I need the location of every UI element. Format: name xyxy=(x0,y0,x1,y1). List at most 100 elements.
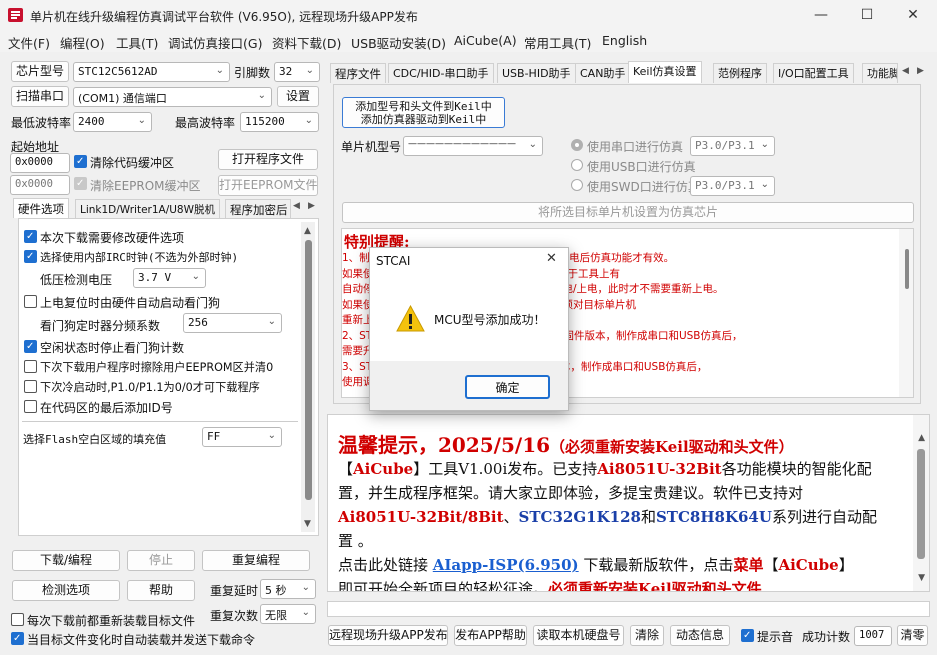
menu-debug-interface[interactable]: 调试仿真接口(G) xyxy=(168,33,262,52)
menu-aicube[interactable]: AiCube(A) xyxy=(454,33,517,48)
dynamic-info-button[interactable]: 动态信息 xyxy=(670,625,730,646)
port-select[interactable]: (COM1) 通信端口 ⌄ xyxy=(73,87,272,107)
chevron-down-icon: ⌄ xyxy=(191,271,200,282)
stc32g-highlight: STC32G1K128 xyxy=(518,508,641,526)
clear-code-buffer-checkbox[interactable] xyxy=(74,155,87,170)
idle-stop-watchdog-label: 空闲状态时停止看门狗计数 xyxy=(40,341,185,355)
aicube-highlight: AiCube xyxy=(353,460,414,478)
max-baud-select[interactable]: 115200 ⌄ xyxy=(240,112,319,132)
tab-encrypted-program[interactable]: 程序加密后 xyxy=(225,199,291,219)
repeat-delay-select[interactable]: 5 秒 ⌄ xyxy=(260,579,316,599)
tab-scroll-right-icon[interactable]: ▶ xyxy=(917,66,924,76)
serial-sim-port-select[interactable]: P3.0/P3.1 ⌄ xyxy=(690,136,775,156)
dialog-close-button[interactable]: ✕ xyxy=(546,251,557,266)
check-options-button[interactable]: 检测选项 xyxy=(12,580,120,601)
scroll-up-icon[interactable]: ▲ xyxy=(304,226,311,236)
scan-port-button[interactable]: 扫描串口 xyxy=(11,86,69,107)
download-program-button[interactable]: 下载/编程 xyxy=(12,550,120,571)
repeat-count-select[interactable]: 无限 ⌄ xyxy=(260,604,316,624)
set-simulation-chip-button[interactable]: 将所选目标单片机设置为仿真芯片 xyxy=(342,202,914,223)
tab-examples[interactable]: 范例程序 xyxy=(713,63,767,83)
tab-cdc-hid-serial[interactable]: CDC/HID-串口助手 xyxy=(388,63,494,83)
swd-sim-radio[interactable] xyxy=(571,179,583,194)
tab-scroll-left-icon[interactable]: ◀ xyxy=(293,201,300,211)
help-button[interactable]: 帮助 xyxy=(127,580,195,601)
tab-io-config[interactable]: I/O口配置工具 xyxy=(773,63,854,83)
menu-common-tools[interactable]: 常用工具(T) xyxy=(524,33,591,52)
remote-upgrade-button[interactable]: 远程现场升级APP发布 xyxy=(328,625,448,646)
tab-can-helper[interactable]: CAN助手 xyxy=(575,63,631,83)
tab-program-file[interactable]: 程序文件 xyxy=(330,63,386,83)
tab-usb-hid[interactable]: USB-HID助手 xyxy=(497,63,576,83)
open-program-file-button[interactable]: 打开程序文件 xyxy=(218,149,318,170)
chip-model-label: 芯片型号 xyxy=(11,61,69,82)
internal-irc-checkbox[interactable] xyxy=(24,250,37,265)
serial-sim-label: 使用串口进行仿真 xyxy=(587,140,684,154)
tab-scroll-right-icon[interactable]: ▶ xyxy=(308,201,315,211)
publish-app-help-button[interactable]: 发布APP帮助 xyxy=(454,625,527,646)
scroll-down-icon[interactable]: ▼ xyxy=(304,519,311,529)
min-baud-select[interactable]: 2400 ⌄ xyxy=(73,112,152,132)
menu-downloads[interactable]: 资料下载(D) xyxy=(272,33,341,52)
swd-sim-port-select[interactable]: P3.0/P3.1 ⌄ xyxy=(690,176,775,196)
maximize-button[interactable]: ☐ xyxy=(844,0,890,30)
menu-file[interactable]: 文件(F) xyxy=(8,33,50,52)
close-window-button[interactable]: ✕ xyxy=(890,0,936,30)
menu-usb-driver[interactable]: USB驱动安装(D) xyxy=(351,33,446,52)
low-voltage-select[interactable]: 3.7 V ⌄ xyxy=(133,268,206,288)
pin-count-select[interactable]: 32 ⌄ xyxy=(274,62,320,82)
erase-eeprom-checkbox[interactable] xyxy=(24,360,37,376)
add-to-keil-button[interactable]: 添加型号和头文件到Keil中 添加仿真器驱动到Keil中 xyxy=(342,97,505,128)
chevron-down-icon: ⌄ xyxy=(528,139,537,150)
menu-tools[interactable]: 工具(T) xyxy=(116,33,158,52)
keil-warning-highlight: 必须重新安装Keil驱动和头文件 xyxy=(548,580,762,592)
add-id-checkbox[interactable] xyxy=(24,400,37,416)
stop-button[interactable]: 停止 xyxy=(127,550,195,571)
code-start-address-input[interactable]: 0x0000 xyxy=(10,153,70,173)
sound-label: 提示音 xyxy=(757,630,794,644)
repeat-program-button[interactable]: 重复编程 xyxy=(202,550,310,571)
minimize-button[interactable]: — xyxy=(798,0,844,30)
clear-eeprom-buffer-checkbox[interactable] xyxy=(74,177,87,192)
scrollbar-thumb[interactable] xyxy=(917,449,925,559)
tab-pin-functions[interactable]: 功能脚 xyxy=(862,63,898,83)
tab-keil-simulation[interactable]: Keil仿真设置 xyxy=(628,61,702,83)
tab-hardware-options[interactable]: 硬件选项 xyxy=(13,198,69,218)
mcu-model-select[interactable]: ———————————— ⌄ xyxy=(403,136,543,156)
tab-scroll-left-icon[interactable]: ◀ xyxy=(902,66,909,76)
sound-checkbox[interactable] xyxy=(741,629,754,644)
hardware-options-panel xyxy=(18,218,319,536)
menu-english[interactable]: English xyxy=(602,33,647,48)
success-count-label: 成功计数 xyxy=(802,630,851,644)
reset-count-button[interactable]: 清零 xyxy=(897,625,928,646)
serial-sim-radio[interactable] xyxy=(571,139,583,154)
chip-model-select[interactable]: STC12C5612AD ⌄ xyxy=(73,62,230,82)
read-disk-id-button[interactable]: 读取本机硬盘号 xyxy=(533,625,624,646)
add-model-header-label: 添加型号和头文件到Keil中 xyxy=(355,100,492,113)
ok-button[interactable]: 确定 xyxy=(465,375,550,399)
download-link[interactable]: AIapp-ISP(6.950) xyxy=(433,556,579,574)
watchdog-prescaler-select[interactable]: 256 ⌄ xyxy=(183,313,282,333)
eeprom-start-address-input[interactable]: 0x0000 xyxy=(10,175,70,195)
scroll-up-icon[interactable]: ▲ xyxy=(918,433,925,443)
clear-log-button[interactable]: 清除 xyxy=(630,625,664,646)
auto-watchdog-checkbox[interactable] xyxy=(24,295,37,311)
bracket-text: 【 xyxy=(763,556,779,574)
scrollbar-thumb[interactable] xyxy=(905,249,909,289)
menu-program[interactable]: 编程(O) xyxy=(60,33,105,52)
scrollbar-thumb[interactable] xyxy=(305,240,312,500)
tab-offline-programmer[interactable]: Link1D/Writer1A/U8W脱机 xyxy=(75,199,220,219)
settings-button[interactable]: 设置 xyxy=(277,86,319,107)
reload-before-download-checkbox[interactable] xyxy=(11,613,24,629)
scroll-down-icon[interactable]: ▼ xyxy=(918,573,925,583)
flash-fill-select[interactable]: FF ⌄ xyxy=(202,427,282,447)
modify-hw-options-checkbox[interactable] xyxy=(24,230,37,245)
usb-sim-radio[interactable] xyxy=(571,159,583,174)
auto-load-checkbox[interactable] xyxy=(11,632,24,647)
chevron-down-icon: ⌄ xyxy=(267,430,276,441)
open-eeprom-file-button[interactable]: 打开EEPROM文件 xyxy=(218,175,318,196)
idle-stop-watchdog-checkbox[interactable] xyxy=(24,340,37,355)
p1-download-checkbox[interactable] xyxy=(24,380,37,396)
tip-body: 【AiCube】工具V1.00i发布。已支持Ai8051U-32Bit各功能模块… xyxy=(338,457,888,592)
success-dialog: STCAI ✕ MCU型号添加成功！ 确定 xyxy=(369,247,569,411)
